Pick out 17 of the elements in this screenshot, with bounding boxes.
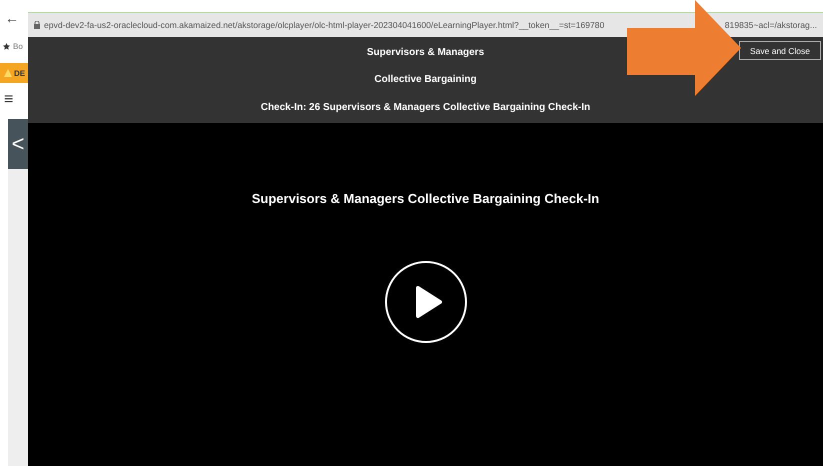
play-icon[interactable] <box>384 260 468 344</box>
video-title: Supervisors & Managers Collective Bargaining Check-In <box>252 191 600 206</box>
warning-icon <box>4 69 12 77</box>
address-bar[interactable]: epvd-dev2-fa-us2-oraclecloud-com.akamaized.net/akstorage/olcplayer/olc-html-player-202304041600/eLearningPlayer.html?__token__=st=169780 819835~acl=/akstorag... <box>28 12 823 37</box>
header-title: Supervisors & Managers <box>366 47 484 58</box>
url-text: 819835~acl=/akstorag... <box>724 20 817 30</box>
url-text: epvd-dev2-fa-us2-oraclecloud-com.akamaized.net/akstorage/olcplayer/olc-html-player-202304041600/eLearningPlayer.html?__token__=st=169780 <box>44 20 604 30</box>
header-title: Check-In: 26 Supervisors & Managers Collective Bargaining Check-In <box>260 102 590 113</box>
star-icon <box>3 43 10 50</box>
collapse-button[interactable]: < <box>8 119 28 169</box>
warning-text: DE <box>14 68 26 78</box>
lock-icon <box>34 21 40 29</box>
bookmark-label[interactable]: Bo <box>13 42 23 51</box>
back-arrow[interactable]: ← <box>5 10 28 28</box>
header-title: Collective Bargaining <box>374 74 477 86</box>
menu-icon[interactable]: ≡ <box>4 89 28 111</box>
save-and-close-button[interactable]: Save and Close <box>738 41 821 60</box>
